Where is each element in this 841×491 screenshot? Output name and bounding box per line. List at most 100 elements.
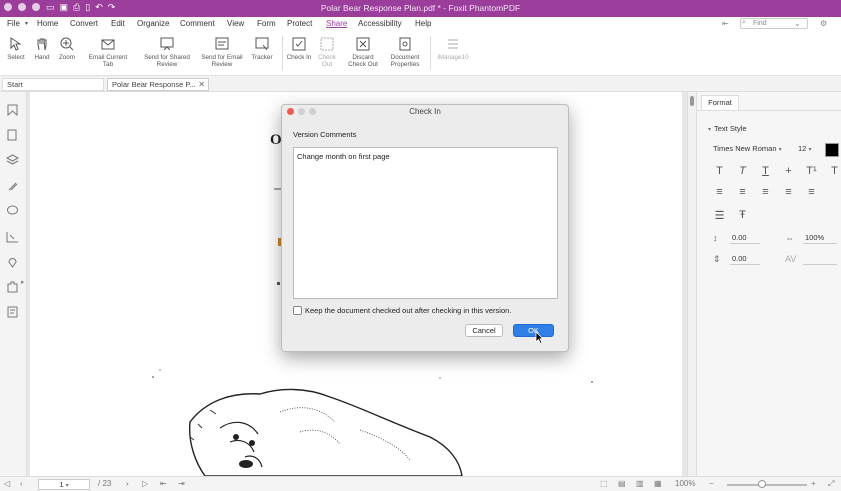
document-properties-icon — [399, 37, 411, 51]
settings-gear-icon[interactable]: ⚙ — [820, 19, 827, 28]
line-spacing-input[interactable]: 0.00 — [730, 232, 760, 244]
imanage-icon — [448, 39, 458, 49]
menu-bar: File ▾ Home Convert Edit Organize Commen… — [0, 17, 841, 32]
panel-divider — [697, 110, 841, 111]
zoom-in-icon[interactable]: + — [811, 479, 816, 488]
version-comments-textarea[interactable]: Change month on first page — [293, 147, 558, 299]
font-family-select[interactable]: Times New Roman ▾ — [713, 144, 787, 156]
tracker-button[interactable]: Tracker — [248, 36, 276, 61]
font-size-select[interactable]: 12 ▾ — [798, 144, 820, 156]
character-spacing-input[interactable] — [803, 253, 837, 265]
fullscreen-icon[interactable]: ⤢ — [828, 479, 834, 489]
menu-file[interactable]: File — [7, 19, 20, 28]
check-in-button[interactable]: Check In — [285, 36, 313, 61]
menu-help[interactable]: Help — [415, 19, 431, 28]
prev-page-icon[interactable]: ‹ — [20, 479, 23, 488]
page-number-input[interactable]: 1 ▾ — [38, 479, 90, 490]
horizontal-scale-input[interactable]: 100% — [803, 232, 837, 244]
paragraph-spacing-input[interactable]: 0.00 — [730, 253, 760, 265]
collapse-triangle-icon: ▾ — [708, 127, 712, 133]
cancel-button[interactable]: Cancel — [465, 324, 503, 337]
text-italic-icon[interactable]: T — [736, 165, 749, 177]
form-fields-icon[interactable] — [6, 306, 19, 318]
zoom-slider-track[interactable] — [727, 484, 807, 486]
menu-accessibility[interactable]: Accessibility — [358, 19, 402, 28]
location-pin-icon[interactable] — [6, 256, 19, 268]
menu-convert[interactable]: Convert — [70, 19, 98, 28]
last-page-icon[interactable]: ▷ — [142, 479, 148, 488]
email-current-tab-button[interactable]: Email Current Tab — [84, 36, 132, 68]
expand-panel-arrow-icon[interactable]: ▸ — [21, 278, 25, 286]
signature-icon[interactable] — [6, 231, 19, 243]
text-superscript-icon[interactable]: T¹ — [805, 165, 818, 177]
pages-icon[interactable] — [6, 129, 19, 141]
single-page-icon[interactable]: ▤ — [618, 479, 626, 488]
font-color-swatch[interactable] — [825, 143, 839, 157]
vertical-scrollbar[interactable] — [687, 92, 696, 476]
page-heading-fragment-icon: O — [270, 132, 282, 148]
tab-start[interactable]: Start — [2, 78, 104, 91]
menu-organize[interactable]: Organize — [137, 19, 169, 28]
text-strikethrough-icon[interactable]: + — [782, 165, 795, 177]
text-underline-icon[interactable]: T — [759, 165, 772, 177]
puzzle-icon[interactable] — [6, 281, 19, 293]
chevron-down-icon: ▾ — [65, 483, 69, 489]
zoom-level[interactable]: 100% — [675, 479, 695, 488]
ribbon-toolbar: Select Hand Zoom Email Current Tab Send … — [0, 32, 841, 76]
send-for-email-review-button[interactable]: Send for Email Review — [196, 36, 248, 68]
share-arrow-icon[interactable]: ⇤ — [722, 19, 729, 28]
bookmark-icon[interactable] — [6, 104, 19, 116]
align-distribute-icon[interactable]: ≡ — [805, 186, 818, 198]
text-normal-icon[interactable]: T — [713, 165, 726, 177]
comment-icon[interactable] — [6, 205, 19, 217]
select-button[interactable]: Select — [4, 36, 28, 61]
menu-home[interactable]: Home — [37, 19, 58, 28]
dialog-title: Check In — [409, 107, 441, 116]
two-page-icon[interactable]: ▥ — [636, 479, 644, 488]
check-out-button[interactable]: Check Out — [315, 36, 339, 68]
continuous-page-icon[interactable]: ▦ — [654, 479, 662, 488]
email-icon — [101, 39, 115, 50]
attachment-icon[interactable] — [6, 180, 19, 192]
title-bar: ▭ ▣ ⎙ ▯ ↶ ↷ Polar Bear Response Plan.pdf… — [0, 0, 841, 17]
scrollbar-thumb[interactable] — [690, 96, 694, 106]
align-right-icon[interactable]: ≡ — [759, 186, 772, 198]
menu-edit[interactable]: Edit — [111, 19, 125, 28]
menu-form[interactable]: Form — [257, 19, 276, 28]
send-for-shared-review-button[interactable]: Send for Shared Review — [137, 36, 197, 68]
keep-checked-out-label[interactable]: Keep the document checked out after chec… — [305, 306, 511, 315]
close-tab-icon[interactable]: ✕ — [198, 79, 205, 90]
tab-format[interactable]: Format — [701, 95, 739, 111]
menu-protect[interactable]: Protect — [287, 19, 312, 28]
align-justify-icon[interactable]: ≡ — [782, 186, 795, 198]
ok-button[interactable]: OK — [513, 324, 554, 337]
menu-share[interactable]: Share — [326, 19, 347, 28]
keep-checked-out-checkbox[interactable] — [293, 306, 302, 315]
previous-view-icon[interactable]: ⇤ — [160, 479, 167, 488]
align-center-icon[interactable]: ≡ — [736, 186, 749, 198]
zoom-button[interactable]: Zoom — [55, 36, 79, 61]
chevron-down-icon[interactable]: ⌄ — [794, 19, 801, 28]
text-subscript-icon[interactable]: T — [828, 165, 841, 177]
hand-button[interactable]: Hand — [30, 36, 54, 61]
document-properties-button[interactable]: Document Properties — [384, 36, 426, 68]
layers-icon[interactable] — [6, 154, 19, 166]
discard-check-out-button[interactable]: Discard Check Out — [343, 36, 383, 68]
left-navigation-panel: ▸ — [0, 92, 27, 476]
zoom-slider-handle[interactable] — [758, 480, 766, 488]
imanage-button[interactable]: iManage10 — [434, 36, 472, 61]
fit-page-icon[interactable]: ⬚ — [600, 479, 608, 488]
next-view-icon[interactable]: ⇥ — [178, 479, 185, 488]
zoom-out-icon[interactable]: − — [709, 479, 714, 488]
align-left-icon[interactable]: ≡ — [713, 186, 726, 198]
bullet-list-icon[interactable]: ☰ — [713, 209, 726, 222]
text-style-section[interactable]: ▾ Text Style — [708, 124, 747, 133]
tab-document[interactable]: Polar Bear Response P... ✕ — [107, 78, 209, 91]
email-review-icon — [215, 37, 229, 50]
next-page-icon[interactable]: › — [126, 479, 129, 488]
text-direction-icon[interactable]: Ŧ — [736, 209, 749, 222]
zoom-icon — [60, 37, 74, 51]
menu-view[interactable]: View — [227, 19, 244, 28]
menu-comment[interactable]: Comment — [180, 19, 215, 28]
first-page-icon[interactable]: ◁ — [4, 479, 10, 488]
